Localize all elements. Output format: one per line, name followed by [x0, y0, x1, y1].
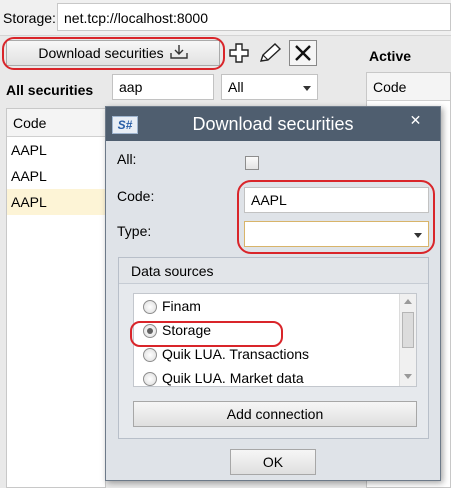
data-sources-group: Data sources Finam Storage Quik LUA. Tra… — [118, 257, 429, 439]
list-item[interactable]: Quik LUA. Market data — [134, 366, 416, 390]
security-type-filter-value: All — [228, 79, 244, 95]
list-item[interactable]: Finam — [134, 294, 416, 318]
radio-button[interactable] — [143, 372, 157, 386]
radio-button[interactable] — [143, 300, 157, 314]
table-row[interactable]: AAPL — [7, 137, 105, 163]
active-code-column-header[interactable]: Code — [367, 73, 450, 101]
securities-filter-input[interactable]: aap — [112, 74, 214, 100]
storage-source-highlight — [130, 321, 283, 347]
data-sources-title: Data sources — [119, 258, 428, 284]
scroll-thumb[interactable] — [402, 312, 414, 348]
data-source-label: Quik LUA. Transactions — [162, 346, 310, 362]
code-label: Code: — [117, 188, 155, 204]
code-column-header[interactable]: Code — [7, 109, 105, 137]
data-source-label: Quik LUA. Market data — [162, 370, 304, 386]
all-label: All: — [117, 151, 137, 167]
table-row[interactable]: AAPL — [7, 189, 105, 215]
download-securities-dialog: S# Download securities ✕ All: Code: AAPL… — [105, 106, 441, 481]
ok-button[interactable]: OK — [230, 449, 316, 475]
storage-bar: Storage: net.tcp://localhost:8000 — [0, 0, 451, 36]
dialog-title-bar: S# Download securities ✕ — [106, 107, 440, 141]
all-checkbox[interactable] — [245, 156, 259, 170]
table-row[interactable]: AAPL — [7, 163, 105, 189]
active-title: Active — [369, 48, 412, 64]
close-icon[interactable]: ✕ — [393, 107, 438, 133]
storage-address-field[interactable]: net.tcp://localhost:8000 — [57, 3, 451, 31]
storage-label: Storage: — [3, 10, 56, 26]
add-connection-button[interactable]: Add connection — [133, 401, 417, 427]
edit-icon[interactable] — [257, 41, 283, 65]
code-type-highlight — [237, 180, 435, 254]
scroll-up-arrow-icon[interactable] — [404, 299, 412, 304]
security-type-filter[interactable]: All — [221, 74, 318, 100]
add-icon[interactable] — [227, 41, 251, 65]
all-securities-grid: Code AAPL AAPL AAPL — [6, 108, 106, 488]
chevron-down-icon — [303, 86, 311, 91]
scroll-down-arrow-icon[interactable] — [404, 374, 412, 379]
type-label: Type: — [117, 223, 152, 239]
data-sources-scrollbar[interactable] — [399, 294, 416, 386]
data-source-label: Finam — [162, 298, 201, 314]
radio-button[interactable] — [143, 348, 157, 362]
download-button-highlight — [2, 37, 225, 70]
dialog-title: Download securities — [192, 114, 354, 134]
delete-icon[interactable] — [289, 40, 317, 66]
all-securities-title: All securities — [6, 82, 94, 98]
